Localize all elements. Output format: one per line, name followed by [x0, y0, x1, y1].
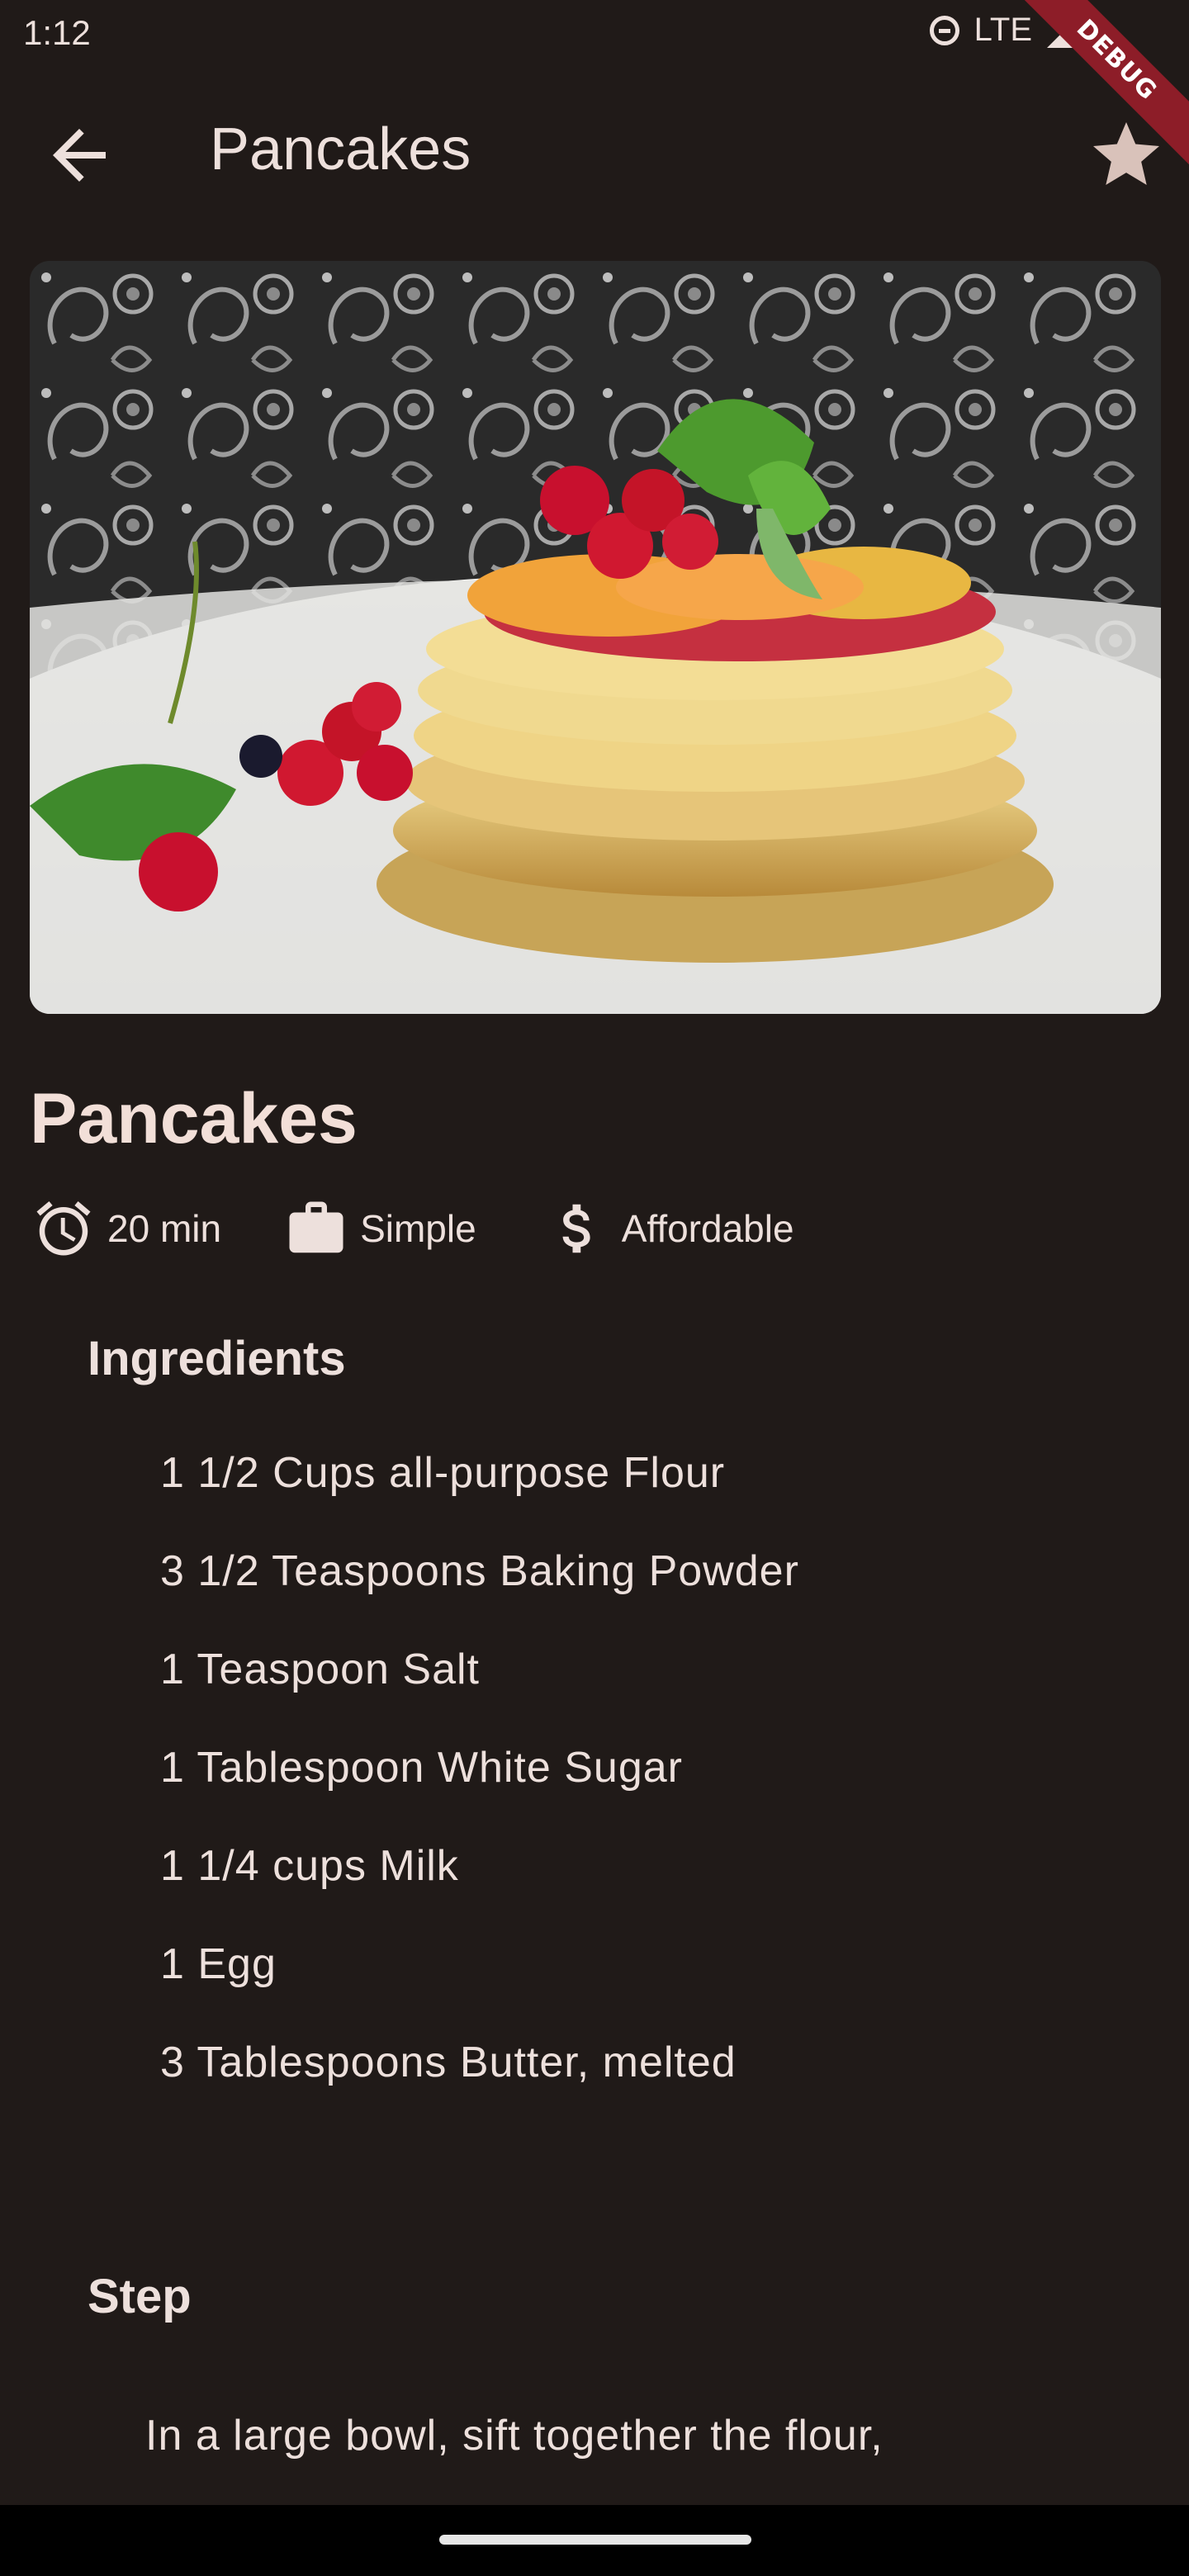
ingredient-item: 1 Teaspoon Salt: [160, 1646, 480, 1693]
back-button[interactable]: [40, 116, 119, 195]
status-bar: 1:12 LTE: [0, 0, 1189, 69]
page-title: Pancakes: [210, 116, 471, 182]
work-icon: [289, 1201, 343, 1253]
ingredients-list: 1 1/2 Cups all-purpose Flour 3 1/2 Teasp…: [160, 1443, 799, 2131]
recipe-title: Pancakes: [30, 1079, 358, 1158]
steps-heading: Step: [88, 2270, 192, 2323]
app-bar: Pancakes: [0, 83, 1189, 221]
star-icon: [1093, 122, 1159, 185]
ingredient-item: 1 Egg: [160, 1940, 277, 1988]
arrow-back-icon: [53, 129, 106, 182]
alarm-icon: [36, 1201, 91, 1256]
ingredient-item: 1 Tablespoon White Sugar: [160, 1744, 683, 1792]
ingredient-item: 3 Tablespoons Butter, melted: [160, 2039, 737, 2086]
do-not-disturb-icon: [929, 15, 959, 45]
step-item: In a large bowl, sift together the flour…: [145, 2412, 883, 2460]
complexity-label: Simple: [360, 1207, 476, 1250]
network-type: LTE: [973, 12, 1032, 48]
recipe-meta-row: 20 min Simple Affordable: [31, 1196, 794, 1262]
duration-info: 20 min: [31, 1196, 221, 1261]
ingredient-item: 1 1/4 cups Milk: [160, 1842, 459, 1890]
favorite-button[interactable]: [1087, 116, 1166, 195]
dollar-icon: [562, 1204, 590, 1253]
affordability-label: Affordable: [621, 1207, 794, 1250]
status-time: 1:12: [23, 13, 91, 52]
duration-label: 20 min: [107, 1207, 222, 1250]
home-indicator[interactable]: [439, 2535, 751, 2545]
recipe-photo: [30, 261, 1161, 1014]
complexity-info: Simple: [284, 1196, 476, 1261]
ingredient-item: 1 1/2 Cups all-purpose Flour: [160, 1449, 726, 1497]
system-navigation-bar: [0, 2505, 1189, 2576]
ingredient-item: 3 1/2 Teaspoons Baking Powder: [160, 1547, 799, 1595]
ingredients-heading: Ingredients: [88, 1332, 346, 1385]
affordability-info: Affordable: [546, 1196, 794, 1261]
